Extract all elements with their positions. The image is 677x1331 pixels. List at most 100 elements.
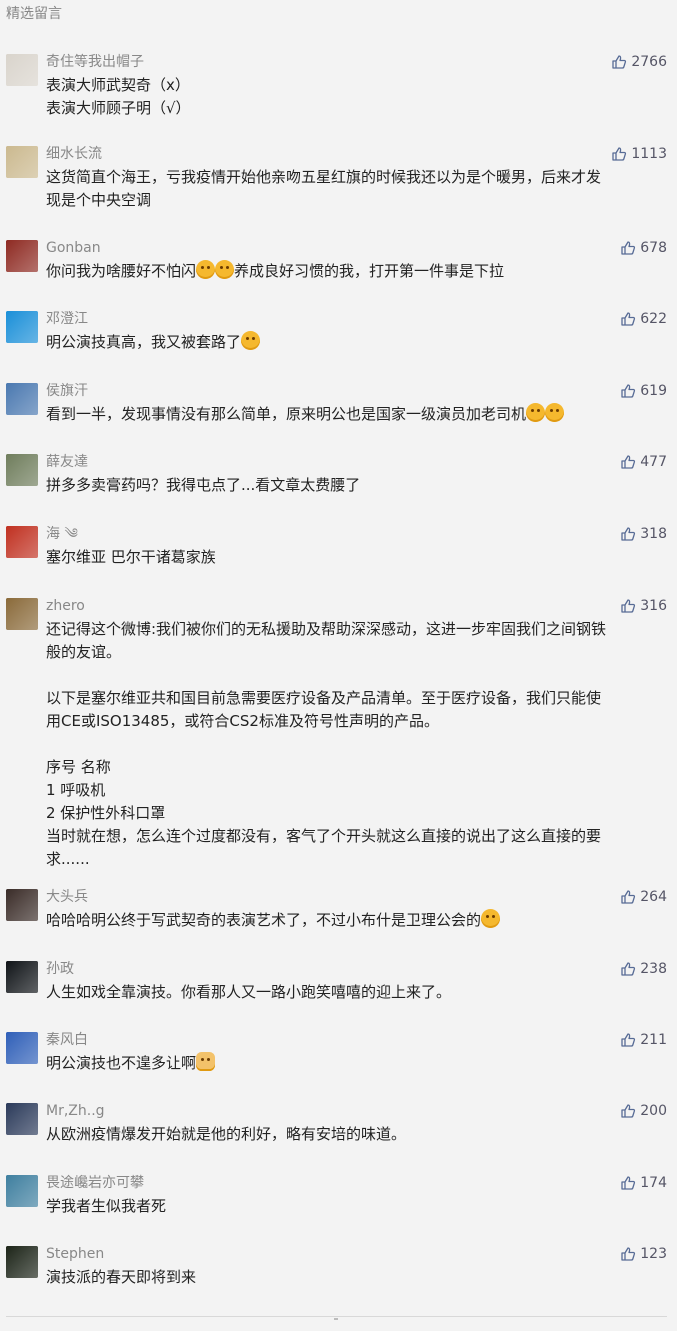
like-button[interactable]: 2766	[611, 52, 667, 72]
comment-text-line	[46, 733, 666, 756]
dark-sky-avatar[interactable]	[6, 961, 38, 993]
comment-text-line: 这货简直个海王，亏我疫情开始他亲吻五星红旗的时候我还以为是个暖男，后来才发	[46, 168, 602, 186]
comment-nickname[interactable]: 大头兵	[46, 887, 88, 907]
divider	[6, 1316, 667, 1317]
comment-nickname[interactable]: 奇住等我出帽子	[46, 52, 144, 72]
thumbs-up-icon	[620, 526, 636, 542]
cartoon-hat-avatar[interactable]	[6, 526, 38, 558]
wave-avatar[interactable]	[6, 1175, 38, 1207]
comment-text-line: 以下是塞尔维亚共和国目前急需要医疗设备及产品清单。至于医疗设备，我们只能使	[46, 689, 602, 707]
comment-text: 塞尔维亚 巴尔干诸葛家族	[46, 546, 666, 569]
like-button[interactable]: 678	[620, 238, 667, 258]
thumbs-up-icon	[620, 1175, 636, 1191]
comment-text: 你问我为啥腰好不怕闪 养成良好习惯的我，打开第一件事是下拉	[46, 260, 666, 283]
like-count: 318	[640, 526, 667, 542]
comment-nickname[interactable]: Gonban	[46, 238, 101, 258]
crowd-avatar[interactable]	[6, 1103, 38, 1135]
comment-nickname[interactable]: 秦风白	[46, 1030, 88, 1050]
emoji-icon	[196, 1052, 216, 1071]
figure-light-avatar[interactable]	[6, 1032, 38, 1064]
comment-text-line: 序号 名称	[46, 758, 111, 776]
thumbs-up-icon	[620, 1103, 636, 1119]
comment-text: 演技派的春天即将到来	[46, 1266, 666, 1289]
face-photo-avatar[interactable]	[6, 889, 38, 921]
comment-nickname[interactable]: 畏途巉岩亦可攀	[46, 1173, 144, 1193]
like-count: 477	[640, 454, 667, 470]
thumbs-up-icon	[611, 54, 627, 70]
like-count: 622	[640, 311, 667, 327]
like-count: 200	[640, 1103, 667, 1119]
comment-nickname[interactable]: 侯旗汗	[46, 381, 88, 401]
like-button[interactable]: 200	[620, 1101, 667, 1121]
like-button[interactable]: 174	[620, 1173, 667, 1193]
red-gate-avatar[interactable]	[6, 240, 38, 272]
comment-text: 学我者生似我者死	[46, 1195, 666, 1218]
comment-nickname[interactable]: 海 ༄	[46, 524, 78, 544]
comment-text: 还记得这个微博:我们被你们的无私援助及帮助深深感动，这进一步牢固我们之间钢铁 般的…	[46, 618, 666, 871]
comment-text: 看到一半，发现事情没有那么简单，原来明公也是国家一级演员加老司机	[46, 403, 666, 426]
like-button[interactable]: 238	[620, 959, 667, 979]
thumbs-up-icon	[620, 240, 636, 256]
comment-text: 明公演技也不遑多让啊	[46, 1052, 666, 1075]
comment-nickname[interactable]: 孙政	[46, 959, 74, 979]
comment-text-line: 般的友谊。	[46, 643, 122, 661]
thumbs-up-icon	[620, 311, 636, 327]
comment-text-line: 演技派的春天即将到来	[46, 1268, 197, 1286]
doraemon-avatar[interactable]	[6, 311, 38, 343]
like-button[interactable]: 316	[620, 596, 667, 616]
like-count: 174	[640, 1175, 667, 1191]
comment-text-line: 1 呼吸机	[46, 781, 106, 799]
emoji-icon	[241, 331, 261, 350]
comment-nickname[interactable]: Mr,Zh..g	[46, 1101, 105, 1121]
comment-nickname[interactable]: zhero	[46, 596, 85, 616]
portrait-sketch-avatar[interactable]	[6, 54, 38, 86]
like-count: 619	[640, 383, 667, 399]
comment-nickname[interactable]: 薛友達	[46, 452, 88, 472]
emoji-icon	[215, 260, 235, 279]
thumbs-up-icon	[620, 1246, 636, 1262]
comment-text-line: 学我者生似我者死	[46, 1197, 167, 1215]
comment-text-line: 求......	[46, 850, 90, 868]
comment-nickname[interactable]: 邓澄江	[46, 309, 88, 329]
person-photo-avatar[interactable]	[6, 454, 38, 486]
comment-text-line: 哈哈哈明公终于写武契奇的表演艺术了，不过小布什是卫理公会的	[46, 909, 666, 932]
flowers-avatar[interactable]	[6, 146, 38, 178]
like-button[interactable]: 622	[620, 309, 667, 329]
like-button[interactable]: 1113	[611, 144, 667, 164]
comment-text-line: 表演大师武契奇（x）	[46, 76, 190, 94]
like-button[interactable]: 477	[620, 452, 667, 472]
like-count: 316	[640, 598, 667, 614]
emoji-icon	[196, 260, 216, 279]
painting-avatar[interactable]	[6, 598, 38, 630]
like-button[interactable]: 264	[620, 887, 667, 907]
comment-nickname[interactable]: 细水长流	[46, 144, 102, 164]
thumbs-up-icon	[620, 889, 636, 905]
thumbs-up-icon	[620, 454, 636, 470]
emoji-icon	[526, 403, 546, 422]
comment-text-line: 明公演技也不遑多让啊	[46, 1052, 666, 1075]
divider-dot	[334, 1318, 338, 1320]
sea-sunset-avatar[interactable]	[6, 383, 38, 415]
comment-text-line: 表演大师顾子明（√）	[46, 99, 191, 117]
like-count: 123	[640, 1246, 667, 1262]
comment-text-line: 拼多多卖膏药吗？我得屯点了...看文章太费腰了	[46, 476, 361, 494]
thumbs-up-icon	[620, 1032, 636, 1048]
like-count: 1113	[631, 146, 667, 162]
like-button[interactable]: 211	[620, 1030, 667, 1050]
comment-text-line	[46, 664, 666, 687]
comment-text-line: 从欧洲疫情爆发开始就是他的利好，略有安培的味道。	[46, 1125, 407, 1143]
like-button[interactable]: 123	[620, 1244, 667, 1264]
like-button[interactable]: 619	[620, 381, 667, 401]
comment-text-line: 人生如戏全靠演技。你看那人又一路小跑笑嘻嘻的迎上来了。	[46, 983, 452, 1001]
comment-text: 表演大师武契奇（x） 表演大师顾子明（√）	[46, 74, 666, 120]
comment-text: 这货简直个海王，亏我疫情开始他亲吻五星红旗的时候我还以为是个暖男，后来才发 现是个…	[46, 166, 666, 212]
like-button[interactable]: 318	[620, 524, 667, 544]
comment-nickname[interactable]: Stephen	[46, 1244, 104, 1264]
comment-text: 明公演技真高，我又被套路了	[46, 331, 666, 354]
like-count: 2766	[631, 54, 667, 70]
comment-text: 哈哈哈明公终于写武契奇的表演艺术了，不过小布什是卫理公会的	[46, 909, 666, 932]
lamp-dark-avatar[interactable]	[6, 1246, 38, 1278]
comment-text: 拼多多卖膏药吗？我得屯点了...看文章太费腰了	[46, 474, 666, 497]
comment-text-line: 当时就在想，怎么连个过度都没有，客气了个开头就这么直接的说出了这么直接的要	[46, 827, 602, 845]
emoji-icon	[481, 909, 501, 928]
